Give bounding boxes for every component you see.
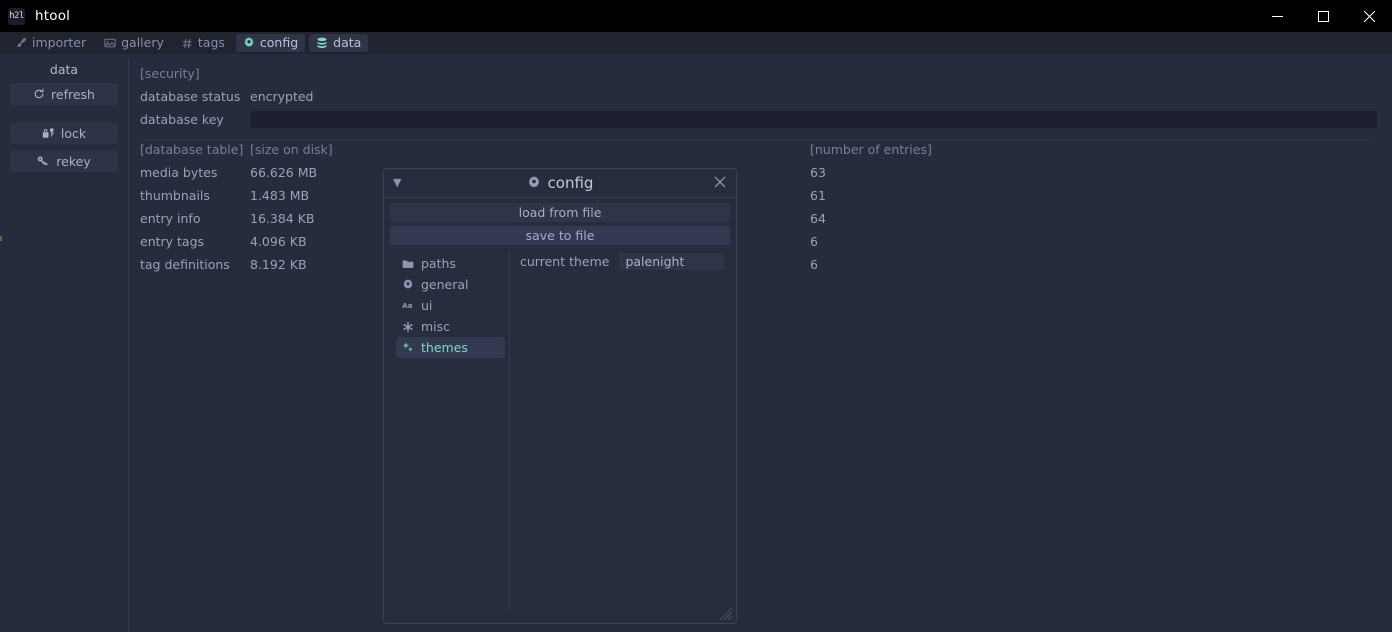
sidebar-button-refresh[interactable]: refresh bbox=[10, 83, 118, 105]
config-nav-label: ui bbox=[421, 298, 433, 313]
maximize-icon[interactable] bbox=[1300, 0, 1346, 32]
minimize-icon[interactable] bbox=[1254, 0, 1300, 32]
font-icon: Aa bbox=[402, 300, 414, 311]
image-icon bbox=[104, 37, 116, 49]
database-status-label: database status bbox=[140, 89, 241, 104]
menu-item-config[interactable]: config bbox=[235, 34, 306, 52]
config-dialog-body: paths general Aa ui misc themes current … bbox=[384, 251, 736, 623]
table-header-row: [database table] [size on disk] [number … bbox=[140, 138, 1380, 161]
main-content: [security] database status encrypted dat… bbox=[129, 54, 1392, 632]
current-theme-label: current theme bbox=[520, 253, 610, 269]
table-row: media bytes 66.626 MB 63 bbox=[140, 161, 1380, 184]
table-header-size: [size on disk] bbox=[250, 142, 333, 157]
menu-item-data[interactable]: data bbox=[309, 34, 369, 52]
gear-icon bbox=[402, 278, 414, 291]
sidebar-button-label: rekey bbox=[56, 153, 91, 169]
table-row: entry info 16.384 KB 64 bbox=[140, 207, 1380, 230]
folder-icon bbox=[402, 258, 414, 270]
table-cell-name: tag definitions bbox=[140, 257, 230, 272]
table-cell-count: 61 bbox=[810, 188, 826, 203]
title-bar: h2l htool bbox=[0, 0, 1392, 32]
table-cell-count: 6 bbox=[810, 234, 818, 249]
config-nav-label: themes bbox=[421, 340, 468, 355]
current-theme-input[interactable]: palenight bbox=[619, 252, 725, 270]
table-header-count: [number of entries] bbox=[810, 142, 932, 157]
hash-icon bbox=[182, 38, 193, 49]
menu-item-label: tags bbox=[197, 35, 225, 51]
asterisk-icon bbox=[402, 321, 414, 333]
menu-item-label: config bbox=[259, 35, 299, 51]
table-cell-name: thumbnails bbox=[140, 188, 210, 203]
sidebar-button-label: lock bbox=[60, 125, 87, 141]
table-header-name: [database table] bbox=[140, 142, 244, 157]
app-window: h2l htool importer gallery tags config d… bbox=[0, 0, 1392, 632]
menu-item-tags[interactable]: tags bbox=[175, 34, 232, 52]
menu-item-label: gallery bbox=[121, 35, 164, 51]
config-dialog-title: config bbox=[527, 174, 594, 192]
config-nav-label: misc bbox=[421, 319, 451, 334]
config-nav-label: paths bbox=[421, 256, 456, 271]
config-nav-label: general bbox=[421, 277, 469, 292]
config-nav-item-misc[interactable]: misc bbox=[396, 316, 505, 337]
config-panel-divider bbox=[509, 251, 510, 611]
current-theme-row: current theme palenight bbox=[510, 251, 736, 271]
close-icon[interactable] bbox=[714, 176, 726, 188]
sidebar: data refresh lock rekey bbox=[0, 54, 128, 632]
database-key-input[interactable] bbox=[250, 111, 1377, 128]
table-cell-name: entry info bbox=[140, 211, 201, 226]
security-section: [security] database status encrypted dat… bbox=[129, 54, 1392, 131]
config-dialog: ▼ config load from file save to file pat… bbox=[383, 168, 737, 624]
sidebar-button-label: refresh bbox=[51, 86, 95, 102]
table-cell-count: 63 bbox=[810, 165, 826, 180]
config-nav-list: paths general Aa ui misc themes bbox=[384, 251, 509, 358]
menu-item-importer[interactable]: importer bbox=[8, 34, 93, 52]
menu-item-gallery[interactable]: gallery bbox=[97, 34, 171, 52]
gear-icon bbox=[527, 176, 541, 190]
key-icon bbox=[37, 155, 50, 167]
save-to-file-button[interactable]: save to file bbox=[390, 226, 730, 245]
sidebar-title: data bbox=[49, 62, 79, 77]
table-row: tag definitions 8.192 KB 6 bbox=[140, 253, 1380, 276]
database-status-row: database status encrypted bbox=[140, 85, 1392, 108]
gear-icon bbox=[243, 37, 255, 49]
menu-item-label: data bbox=[333, 35, 362, 51]
security-heading: [security] bbox=[140, 66, 200, 81]
table-cell-name: media bytes bbox=[140, 165, 218, 180]
sidebar-button-lock[interactable]: lock bbox=[10, 122, 118, 144]
svg-text:Aa: Aa bbox=[402, 301, 413, 310]
database-key-row: database key bbox=[140, 108, 1392, 131]
table-cell-count: 6 bbox=[810, 257, 818, 272]
brush-icon bbox=[15, 37, 27, 49]
load-from-file-button[interactable]: load from file bbox=[390, 203, 730, 222]
table-cell-name: entry tags bbox=[140, 234, 205, 249]
sidebar-button-rekey[interactable]: rekey bbox=[10, 150, 118, 172]
edge-marker bbox=[0, 236, 2, 241]
window-controls bbox=[1254, 0, 1392, 32]
database-key-label: database key bbox=[140, 112, 224, 127]
window-title: htool bbox=[35, 8, 71, 24]
refresh-icon bbox=[33, 88, 45, 100]
menu-item-label: importer bbox=[32, 35, 87, 51]
sparkle-icon bbox=[402, 341, 414, 354]
config-dialog-title-text: config bbox=[547, 174, 594, 192]
lock-icon bbox=[42, 127, 55, 139]
table-row: entry tags 4.096 KB 6 bbox=[140, 230, 1380, 253]
config-dialog-header: ▼ config bbox=[384, 169, 736, 198]
triangle-down-icon[interactable]: ▼ bbox=[393, 177, 401, 188]
close-icon[interactable] bbox=[1346, 0, 1392, 32]
config-nav-item-ui[interactable]: Aa ui bbox=[396, 295, 505, 316]
database-table: [database table] [size on disk] [number … bbox=[140, 138, 1380, 276]
config-nav-item-general[interactable]: general bbox=[396, 274, 505, 295]
config-pane-themes: current theme palenight bbox=[510, 251, 736, 271]
table-row: thumbnails 1.483 MB 61 bbox=[140, 184, 1380, 207]
database-status-value: encrypted bbox=[250, 89, 314, 104]
table-cell-count: 64 bbox=[810, 211, 826, 226]
config-nav-item-themes[interactable]: themes bbox=[396, 337, 505, 358]
database-icon bbox=[316, 37, 328, 49]
resize-grip-icon[interactable] bbox=[719, 606, 733, 621]
app-icon: h2l bbox=[8, 7, 25, 25]
menu-bar: importer gallery tags config data bbox=[0, 32, 1392, 54]
config-nav-item-paths[interactable]: paths bbox=[396, 253, 505, 274]
